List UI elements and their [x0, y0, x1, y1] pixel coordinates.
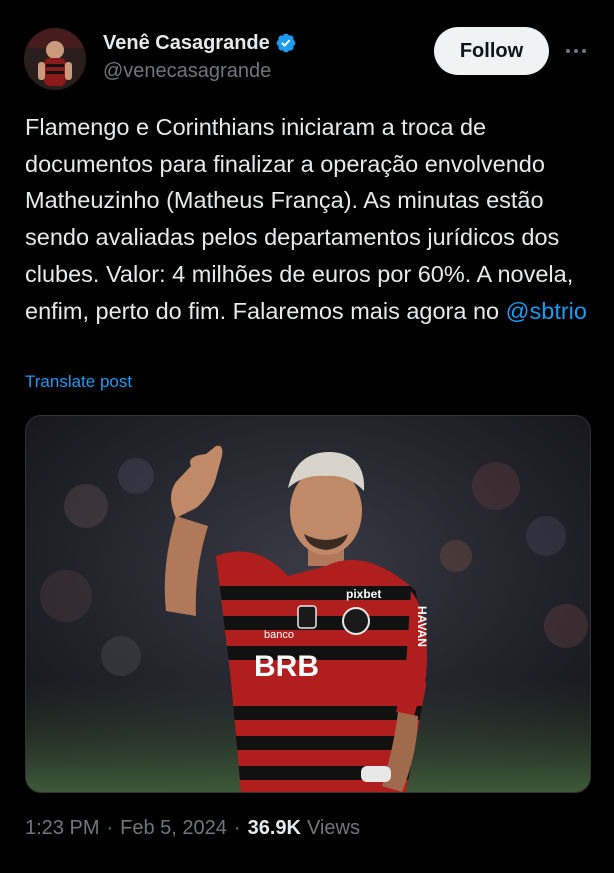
tweet: Venê Casagrande @venecasagrande Follow F…	[0, 0, 614, 873]
post-body-text: Flamengo e Corinthians iniciaram a troca…	[25, 114, 574, 324]
more-options-icon[interactable]	[562, 38, 590, 64]
views-label: Views	[306, 817, 360, 839]
avatar-image	[24, 28, 86, 90]
translate-post-link[interactable]: Translate post	[25, 372, 132, 392]
shirt-chest-text: pixbet	[346, 587, 381, 601]
follow-button[interactable]: Follow	[434, 27, 549, 75]
verified-badge-icon	[276, 33, 296, 53]
shirt-sponsor-main: BRB	[254, 650, 319, 683]
more-dot	[582, 49, 586, 53]
avatar[interactable]	[24, 28, 86, 90]
post-media-photo[interactable]: BRB banco pixbet HAVAN	[25, 415, 591, 793]
display-name[interactable]: Venê Casagrande	[103, 32, 270, 55]
shirt-sleeve-text: HAVAN	[415, 606, 429, 647]
mention-link[interactable]: @sbtrio	[506, 298, 587, 324]
views-count: 36.9K	[247, 817, 301, 839]
author-handle[interactable]: @venecasagrande	[103, 60, 271, 83]
meta-separator: ·	[106, 817, 114, 839]
author-name-row[interactable]: Venê Casagrande	[103, 30, 297, 56]
post-date[interactable]: Feb 5, 2024	[120, 817, 227, 840]
post-time[interactable]: 1:23 PM	[25, 817, 99, 840]
shirt-sponsor-small: banco	[264, 629, 294, 641]
post-meta: 1:23 PM · Feb 5, 2024 · 36.9K Views	[25, 817, 360, 840]
more-dot	[574, 49, 578, 53]
more-dot	[566, 49, 570, 53]
post-text: Flamengo e Corinthians iniciaram a troca…	[25, 109, 591, 329]
meta-separator: ·	[233, 817, 241, 839]
soccer-player-photo: BRB banco pixbet HAVAN	[26, 416, 590, 792]
